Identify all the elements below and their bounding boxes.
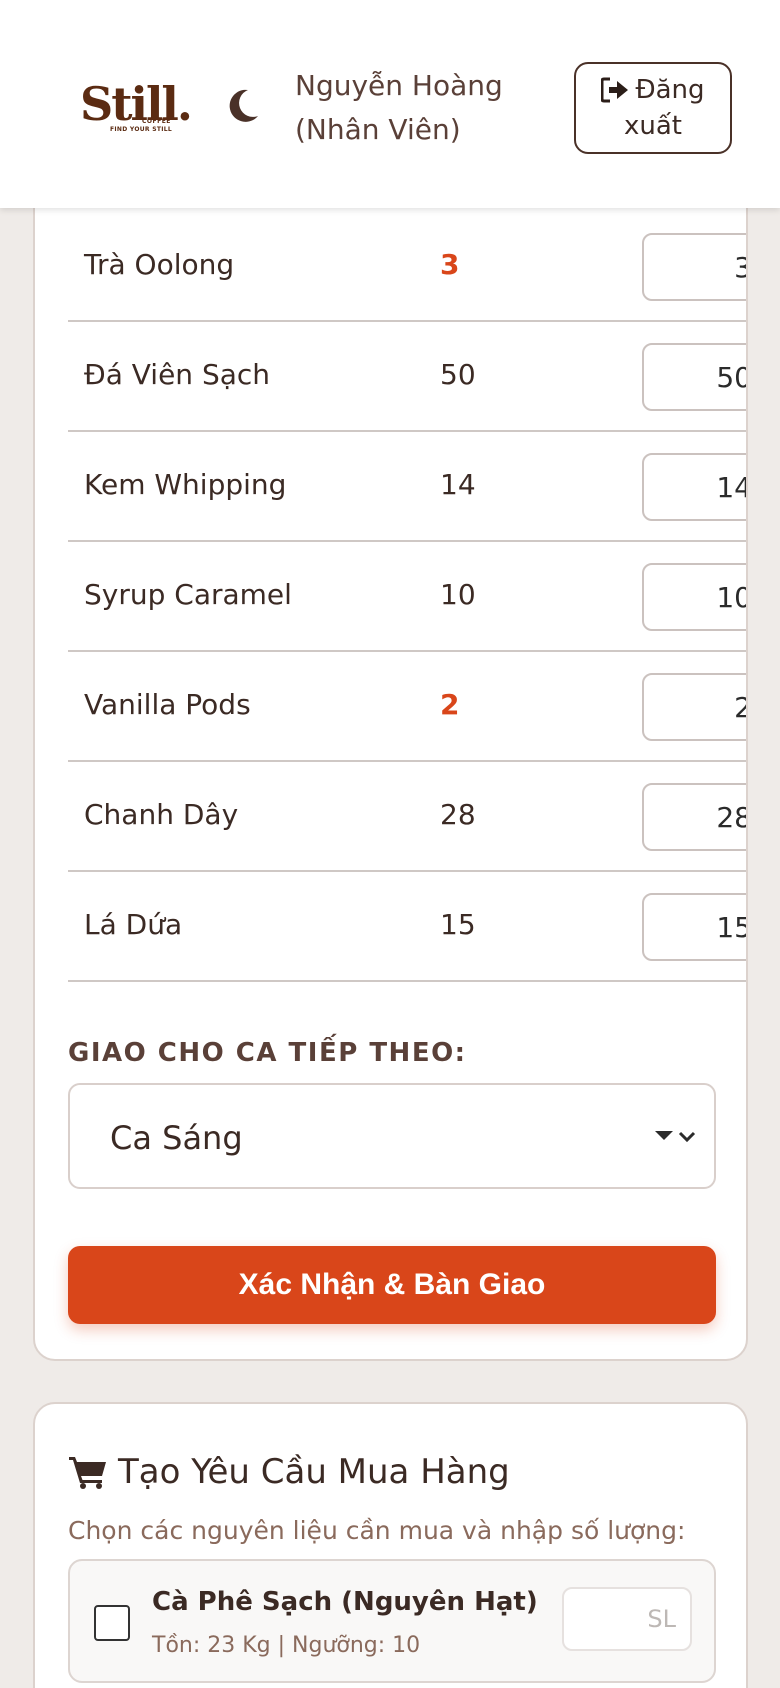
app-header: Still. COFFEE FIND YOUR STILL Nguyễn Hoà…	[0, 0, 780, 208]
ingredient-name: Syrup Caramel	[84, 578, 292, 611]
ingredient-count-input[interactable]	[642, 783, 746, 851]
chevron-down-icon	[655, 1131, 696, 1143]
ingredient-stock: 10	[440, 578, 476, 611]
ingredient-stock: 15	[440, 908, 476, 941]
still-coffee-logo[interactable]: Still. COFFEE FIND YOUR STILL	[80, 77, 193, 138]
selected-shift: Ca Sáng	[110, 1119, 243, 1157]
logo-subtitle-coffee: COFFEE	[142, 118, 171, 125]
logout-button[interactable]: Đăng xuất	[574, 62, 732, 154]
table-row: Đá Viên Sạch 50	[68, 322, 746, 432]
confirm-handover-button[interactable]: Xác Nhận & Bàn Giao	[68, 1246, 716, 1324]
inventory-table: Trà Oolong 3 Đá Viên Sạch 50 Kem Whippin…	[68, 212, 746, 982]
table-row: Vanilla Pods 2	[68, 652, 746, 762]
ingredient-name: Lá Dứa	[84, 908, 183, 941]
item-name: Cà Phê Sạch (Nguyên Hạt)	[152, 1587, 538, 1617]
item-checkbox[interactable]	[94, 1605, 130, 1641]
ingredient-stock: 14	[440, 468, 476, 501]
logout-label-line1: Đăng	[635, 75, 705, 105]
ingredient-count-input[interactable]	[642, 893, 746, 961]
ingredient-count-input[interactable]	[642, 233, 746, 301]
ingredient-count-input[interactable]	[642, 563, 746, 631]
table-row: Chanh Dây 28	[68, 762, 746, 872]
next-shift-select[interactable]: Ca Sáng	[68, 1083, 716, 1189]
sign-out-icon	[601, 77, 629, 103]
ingredient-stock: 50	[440, 358, 476, 391]
list-item: Cà Phê Sạch (Nguyên Hạt) Tồn: 23 Kg | Ng…	[68, 1559, 716, 1683]
purchase-request-card: Tạo Yêu Cầu Mua Hàng Chọn các nguyên liệ…	[33, 1402, 748, 1688]
ingredient-stock: 28	[440, 798, 476, 831]
shift-handover-card: Trà Oolong 3 Đá Viên Sạch 50 Kem Whippin…	[33, 150, 748, 1361]
ingredient-name: Vanilla Pods	[84, 688, 251, 721]
user-role-line: (Nhân Viên)	[295, 113, 461, 146]
ingredient-name: Đá Viên Sạch	[84, 358, 271, 391]
ingredient-count-input[interactable]	[642, 673, 746, 741]
table-row: Syrup Caramel 10	[68, 542, 746, 652]
ingredient-name: Trà Oolong	[84, 248, 235, 281]
ingredient-count-input[interactable]	[642, 453, 746, 521]
item-stock-info: Tồn: 23 Kg | Ngưỡng: 10	[152, 1633, 421, 1658]
table-row: Kem Whipping 14	[68, 432, 746, 542]
ingredient-count-input[interactable]	[642, 343, 746, 411]
purchase-request-subtitle: Chọn các nguyên liệu cần mua và nhập số …	[68, 1516, 686, 1545]
item-quantity-input[interactable]	[562, 1587, 692, 1651]
logo-tagline: FIND YOUR STILL	[110, 126, 173, 133]
purchase-request-title: Tạo Yêu Cầu Mua Hàng	[68, 1452, 510, 1492]
logo-wordmark: Still.	[80, 77, 193, 131]
logout-label-line2: xuất	[624, 111, 682, 141]
user-name-line: Nguyễn Hoàng	[295, 69, 503, 102]
shopping-cart-icon	[69, 1457, 106, 1489]
user-name: Nguyễn Hoàng (Nhân Viên)	[295, 64, 535, 152]
ingredient-stock: 2	[440, 688, 460, 721]
purchase-request-title-text: Tạo Yêu Cầu Mua Hàng	[118, 1452, 510, 1492]
next-shift-label: GIAO CHO CA TIẾP THEO:	[68, 1038, 467, 1068]
table-row: Trà Oolong 3	[68, 212, 746, 322]
ingredient-name: Kem Whipping	[84, 468, 287, 501]
ingredient-stock: 3	[440, 248, 460, 281]
table-row: Lá Dứa 15	[68, 872, 746, 982]
moon-icon[interactable]	[222, 86, 262, 126]
ingredient-name: Chanh Dây	[84, 798, 239, 831]
